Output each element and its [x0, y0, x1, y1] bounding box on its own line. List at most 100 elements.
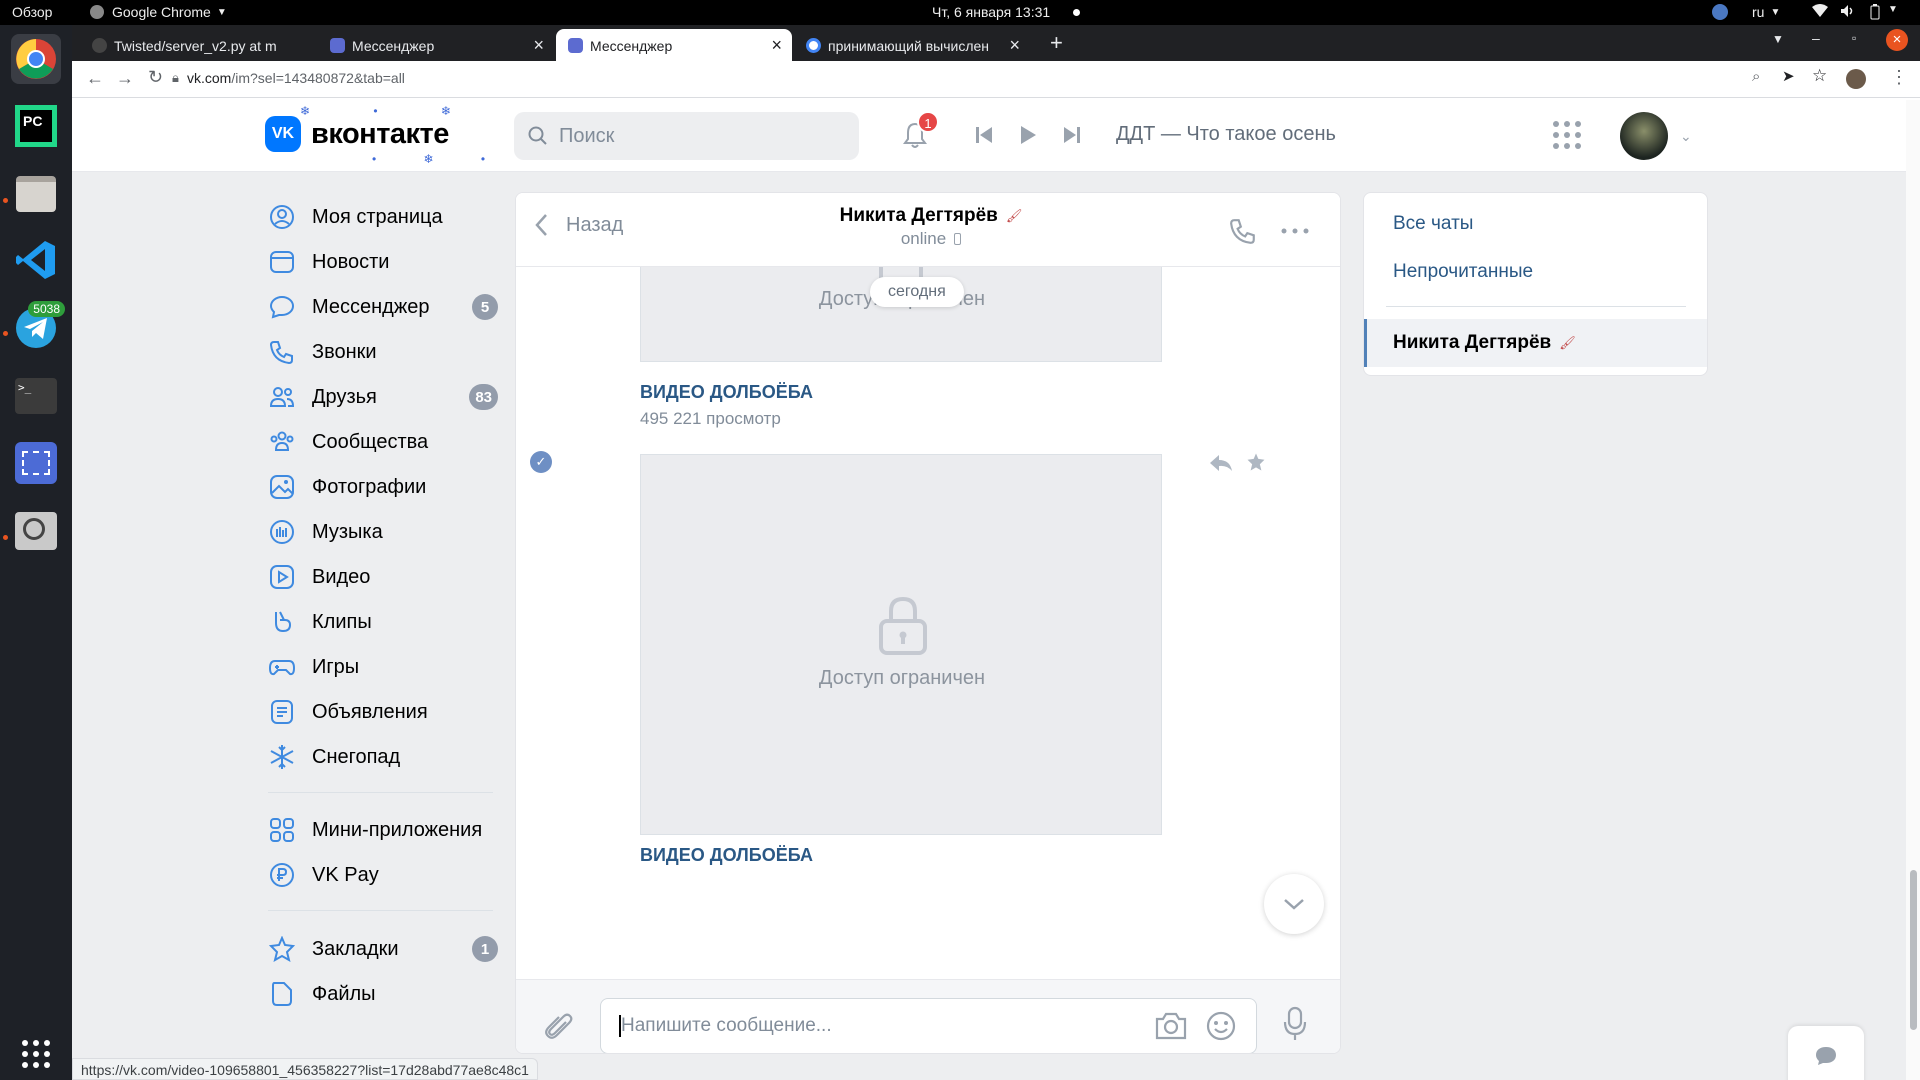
contact-name: Никита Дегтярёв [839, 205, 998, 226]
back-button[interactable]: Назад [534, 213, 623, 237]
menu-photos[interactable]: Фотографии [268, 467, 498, 507]
dock-vscode[interactable] [11, 235, 61, 285]
system-menu-chevron-icon[interactable]: ▼ [1888, 4, 1898, 15]
message-selected-check-icon[interactable]: ✓ [530, 451, 552, 473]
menu-communities[interactable]: Сообщества [268, 422, 498, 462]
dock-pycharm[interactable]: PC [11, 101, 61, 151]
clock[interactable]: Чт, 6 января 13:31 [932, 4, 1050, 20]
reload-icon[interactable]: ↻ [148, 67, 163, 88]
link-preview-url: https://vk.com/video-109658801_456358227… [72, 1058, 538, 1080]
menu-video[interactable]: Видео [268, 557, 498, 597]
active-app-menu[interactable]: Google Chrome ▼ [90, 4, 227, 20]
tab-messenger-active[interactable]: Мессенджер × [556, 29, 792, 61]
maximize-window-icon[interactable]: ▫ [1852, 31, 1856, 45]
message-input[interactable]: Напишите сообщение... [600, 998, 1257, 1053]
mobile-phone-icon [954, 233, 962, 245]
dock-files[interactable] [11, 169, 61, 219]
emoji-button[interactable] [1206, 1011, 1236, 1041]
new-tab-button[interactable]: + [1050, 30, 1063, 56]
menu-news[interactable]: Новости [268, 242, 498, 282]
menu-my-page[interactable]: Моя страница [268, 197, 498, 237]
camera-button[interactable] [1154, 1011, 1188, 1041]
dock-screenshot[interactable] [11, 438, 61, 488]
message-composer: Напишите сообщение... [516, 979, 1340, 1053]
menu-messenger[interactable]: Мессенджер 5 [268, 287, 498, 327]
menu-mini-apps[interactable]: Мини-приложения [268, 810, 498, 850]
filter-all-chats[interactable]: Все чаты [1393, 213, 1473, 235]
running-indicator [3, 331, 8, 336]
lock-icon [879, 596, 927, 655]
attach-button[interactable] [542, 1010, 576, 1044]
minimize-window-icon[interactable]: – [1812, 30, 1820, 46]
tab-github[interactable]: Twisted/server_v2.py at m [80, 29, 316, 61]
play-button[interactable] [1018, 125, 1038, 145]
search-icon [528, 126, 547, 145]
filter-unread[interactable]: Непрочитанные [1393, 261, 1533, 283]
more-actions-button[interactable] [1281, 228, 1309, 234]
video-title-link[interactable]: ВИДЕО ДОЛБОЁБА [640, 382, 813, 403]
now-playing-track[interactable]: ДДТ — Что такое осень [1116, 123, 1336, 146]
send-icon[interactable]: ➤ [1782, 67, 1795, 85]
call-button[interactable] [1229, 217, 1257, 245]
page-scrollbar[interactable] [1906, 100, 1920, 1080]
menu-bookmarks[interactable]: Закладки 1 [268, 929, 498, 969]
dock-terminal[interactable]: >_ [11, 371, 61, 421]
tab-messenger-1[interactable]: Мессенджер × [318, 29, 554, 61]
language-indicator[interactable]: ru ▼ [1752, 4, 1780, 20]
close-tab-icon[interactable]: × [771, 35, 782, 56]
chevron-left-icon [535, 214, 547, 236]
menu-music[interactable]: Музыка [268, 512, 498, 552]
menu-files[interactable]: Файлы [268, 974, 498, 1014]
chat-window: Назад Никита Дегтярёв 🖌︎ online Доступ с… [515, 192, 1341, 1054]
scrollbar-thumb[interactable] [1910, 870, 1917, 1030]
menu-snowfall[interactable]: Снегопад [268, 737, 498, 777]
profile-avatar[interactable] [1846, 69, 1866, 89]
active-chat-entry[interactable]: Никита Дегтярёв 🖌︎ [1364, 319, 1707, 367]
menu-friends[interactable]: Друзья 83 [268, 377, 498, 417]
vk-logo[interactable]: VK вконтакте [265, 116, 449, 152]
dock-telegram[interactable]: 5038 [11, 301, 65, 353]
dock-image-viewer[interactable] [11, 506, 61, 556]
scroll-to-bottom-button[interactable] [1264, 874, 1324, 934]
tab-google[interactable]: принимающий вычислен × [794, 29, 1030, 61]
menu-vk-pay[interactable]: VK Pay [268, 855, 498, 895]
video-attachment[interactable]: Доступ ограничен [640, 454, 1162, 835]
mark-important-button[interactable] [1246, 452, 1266, 472]
dock-chrome[interactable] [11, 34, 61, 84]
back-arrow-icon[interactable]: ← [86, 68, 104, 89]
messenger-favicon-icon [568, 38, 583, 53]
notifications-button[interactable]: 1 [900, 111, 939, 152]
user-menu-button[interactable]: ⌄ [1620, 112, 1692, 160]
menu-ads[interactable]: Объявления [268, 692, 498, 732]
search-field[interactable]: Поиск [514, 112, 859, 160]
message-input-placeholder: Напишите сообщение... [621, 1015, 832, 1036]
star-icon [1247, 453, 1265, 471]
tab-search-icon[interactable]: ▼ [1772, 32, 1784, 46]
video-title-link[interactable]: ВИДЕО ДОЛБОЁБА [640, 845, 813, 866]
address-bar[interactable]: 🔒︎ vk.com/im?sel=143480872&tab=all [172, 65, 1862, 94]
contact-info[interactable]: Никита Дегтярёв 🖌︎ online [766, 205, 1096, 249]
close-tab-icon[interactable]: × [1009, 35, 1020, 56]
services-menu-button[interactable] [1552, 120, 1582, 150]
zoom-icon[interactable]: ⌕ [1752, 68, 1760, 85]
floating-chat-button[interactable] [1788, 1026, 1864, 1080]
activities-button[interactable]: Обзор [12, 4, 52, 20]
previous-track-button[interactable] [974, 125, 994, 145]
next-track-button[interactable] [1062, 125, 1082, 145]
reply-button[interactable] [1209, 454, 1233, 472]
menu-calls[interactable]: Звонки [268, 332, 498, 372]
voice-message-button[interactable] [1283, 1006, 1307, 1042]
system-top-bar: Обзор Google Chrome ▼ Чт, 6 января 13:31… [0, 0, 1920, 25]
close-tab-icon[interactable]: × [533, 35, 544, 56]
bookmark-star-icon[interactable]: ☆ [1812, 66, 1827, 86]
chrome-menu-icon[interactable]: ⋮ [1890, 67, 1908, 88]
skip-back-icon [976, 127, 992, 143]
globe-icon[interactable] [1712, 4, 1728, 20]
reply-arrow-icon [1210, 455, 1232, 471]
menu-games[interactable]: Игры [268, 647, 498, 687]
search-placeholder: Поиск [559, 125, 615, 147]
menu-clips[interactable]: Клипы [268, 602, 498, 642]
close-window-icon[interactable]: × [1886, 29, 1908, 51]
show-apps-button[interactable] [11, 1029, 61, 1079]
forward-arrow-icon[interactable]: → [116, 68, 134, 89]
